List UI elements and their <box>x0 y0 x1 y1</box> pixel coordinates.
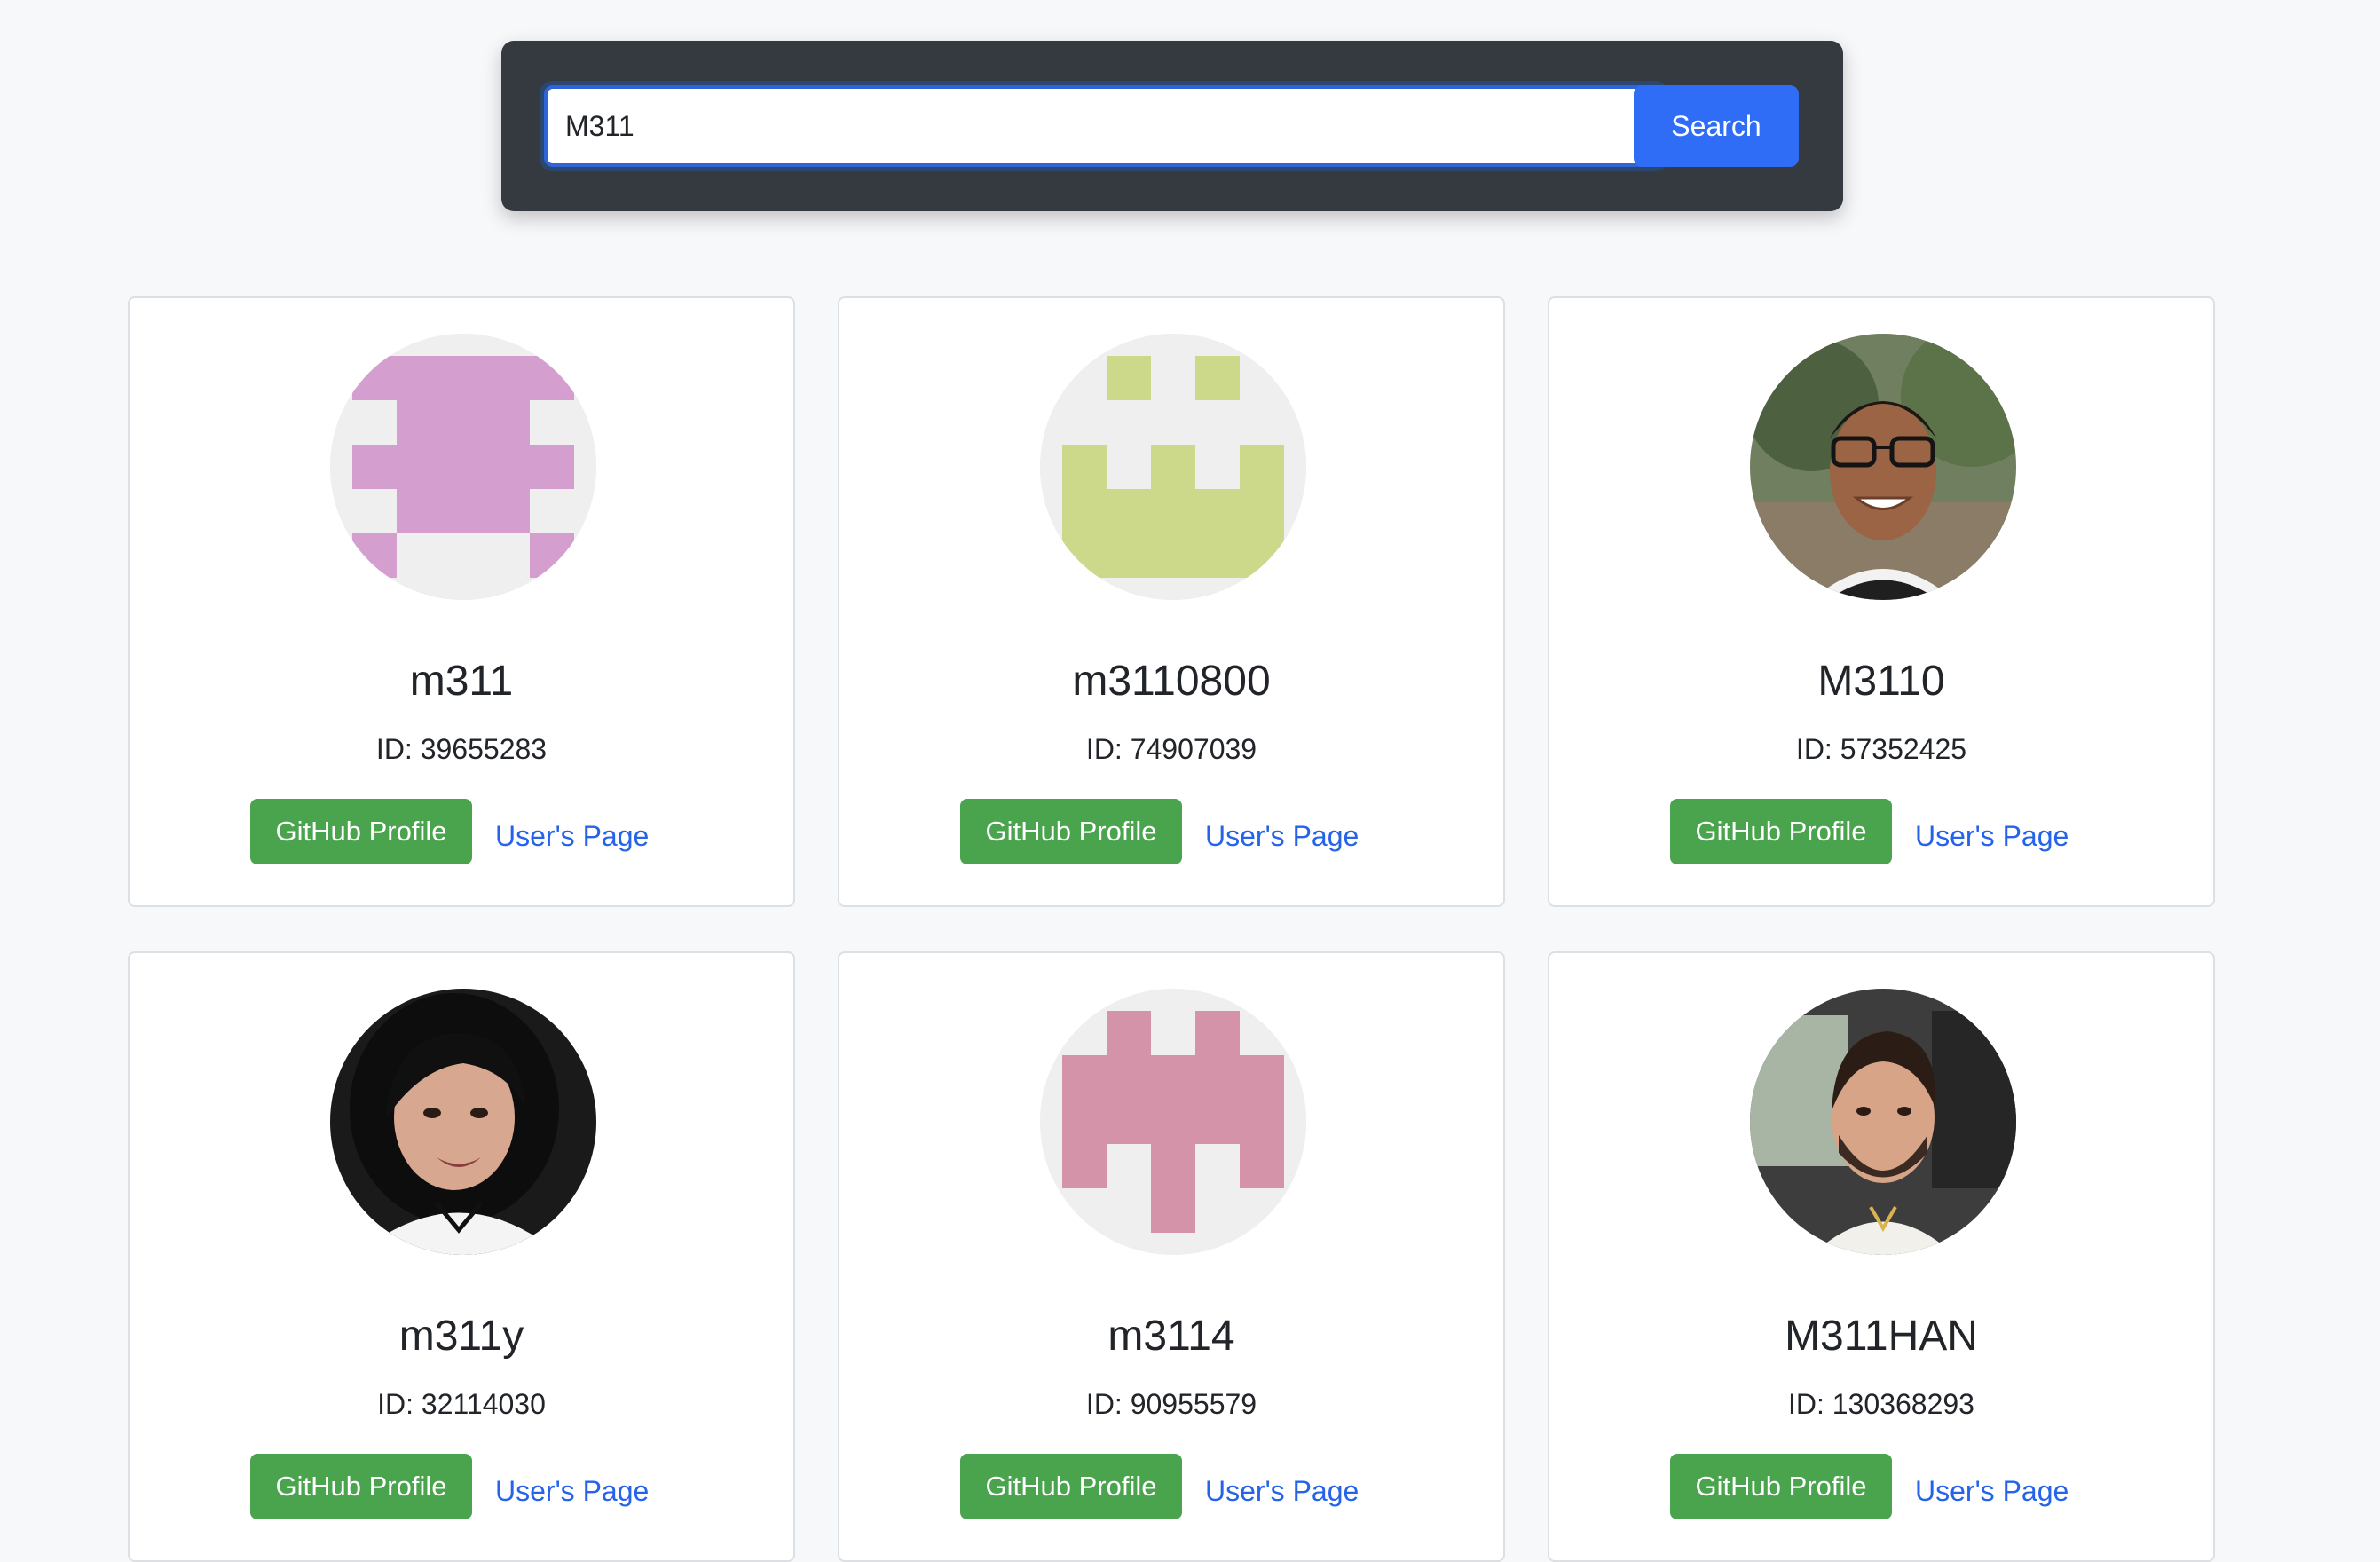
user-id: ID: 130368293 <box>1788 1388 1974 1420</box>
users-page-link[interactable]: User's Page <box>1205 1475 1359 1508</box>
identicon-icon <box>1040 989 1306 1255</box>
identicon-icon <box>330 334 596 600</box>
user-card: m311y ID: 32114030 GitHub Profile User's… <box>128 951 795 1562</box>
search-input[interactable] <box>544 85 1664 167</box>
user-card: M3110 ID: 57352425 GitHub Profile User's… <box>1548 296 2215 907</box>
users-page-link[interactable]: User's Page <box>495 1475 649 1508</box>
users-page-link[interactable]: User's Page <box>1915 820 2069 853</box>
photo-avatar <box>330 989 596 1255</box>
user-card: M311HAN ID: 130368293 GitHub Profile Use… <box>1548 951 2215 1562</box>
github-profile-button[interactable]: GitHub Profile <box>960 799 1182 864</box>
username: M311HAN <box>1785 1313 1978 1360</box>
user-id: ID: 32114030 <box>377 1388 546 1420</box>
users-page-link[interactable]: User's Page <box>1915 1475 2069 1508</box>
users-page-link[interactable]: User's Page <box>1205 820 1359 853</box>
person-photo-icon <box>1750 334 2016 600</box>
users-page-link[interactable]: User's Page <box>495 820 649 853</box>
user-card: m311 ID: 39655283 GitHub Profile User's … <box>128 296 795 907</box>
github-profile-button[interactable]: GitHub Profile <box>1670 1454 1892 1519</box>
username: m3114 <box>1107 1313 1235 1360</box>
photo-avatar <box>1750 989 2016 1255</box>
username: m311y <box>398 1313 524 1360</box>
user-id: ID: 39655283 <box>375 733 548 765</box>
username: M3110 <box>1817 658 1945 705</box>
identicon-icon <box>1040 334 1306 600</box>
user-id: ID: 57352425 <box>1795 733 1967 765</box>
search-panel: Search <box>501 41 1843 211</box>
user-id: ID: 90955579 <box>1085 1388 1257 1420</box>
search-button[interactable]: Search <box>1634 85 1799 167</box>
identicon-avatar <box>1040 989 1306 1255</box>
github-profile-button[interactable]: GitHub Profile <box>250 1454 472 1519</box>
username: m311 <box>409 658 514 705</box>
username: m3110800 <box>1072 658 1271 705</box>
person-photo-icon <box>1750 989 2016 1255</box>
user-card: m3110800 ID: 74907039 GitHub Profile Use… <box>838 296 1505 907</box>
user-id: ID: 74907039 <box>1085 733 1257 765</box>
github-profile-button[interactable]: GitHub Profile <box>960 1454 1182 1519</box>
person-photo-icon <box>330 989 596 1255</box>
github-profile-button[interactable]: GitHub Profile <box>250 799 472 864</box>
user-card: m3114 ID: 90955579 GitHub Profile User's… <box>838 951 1505 1562</box>
github-profile-button[interactable]: GitHub Profile <box>1670 799 1892 864</box>
identicon-avatar <box>1040 334 1306 600</box>
photo-avatar <box>1750 334 2016 600</box>
identicon-avatar <box>330 334 596 600</box>
